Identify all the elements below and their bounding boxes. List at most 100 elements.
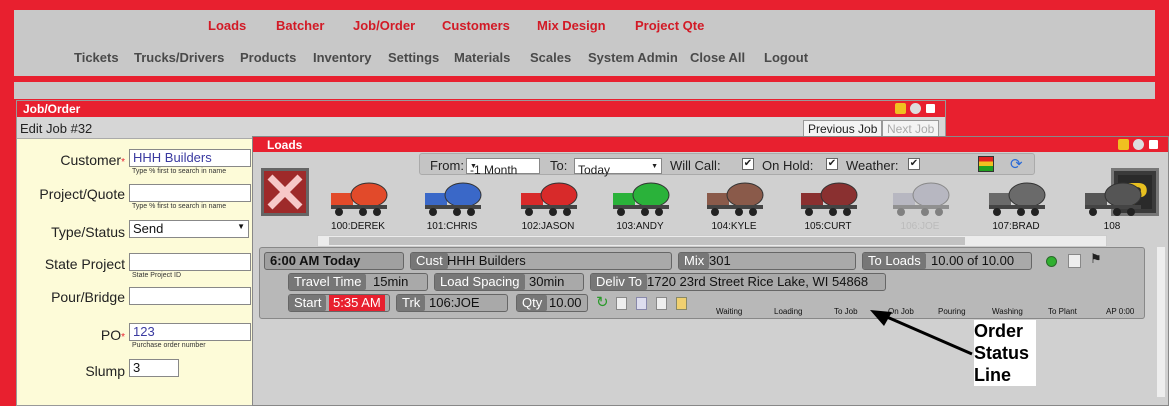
status-to-job[interactable]: To Job [834,307,858,316]
nav-customers[interactable]: Customers [442,18,510,33]
status-legend-icon[interactable] [978,156,994,172]
weather-label: Weather: [846,158,899,173]
nav-settings[interactable]: Settings [388,50,439,65]
from-select[interactable]: -1 Month ▼ [466,158,540,177]
truck-image-7[interactable] [987,179,1049,219]
status-green-icon[interactable] [1046,256,1057,267]
next-job-button[interactable]: Next Job [882,120,940,137]
truck-image-1[interactable] [423,179,485,219]
start-pill: Start 5:35 AM [288,294,390,312]
nav-logout[interactable]: Logout [764,50,808,65]
annotation-line-1: Order [974,321,1024,341]
refresh-icon[interactable]: ⟳ [1010,155,1023,173]
truck-pill: Trk 106:JOE [396,294,508,312]
on-hold-checkbox[interactable]: ✔ [826,158,838,170]
truck-icon [1085,182,1142,216]
load-spacing-pill: Load Spacing 30min [434,273,584,291]
nav-products[interactable]: Products [240,50,296,65]
state-project-input[interactable] [129,253,251,271]
truck-label-4[interactable]: 104:KYLE [695,221,773,232]
nav-system-admin[interactable]: System Admin [588,50,678,65]
edit-icon[interactable] [1068,254,1081,268]
document-icon[interactable] [636,297,647,310]
help-icon[interactable] [910,103,921,114]
truck-label-7[interactable]: 107:BRAD [977,221,1055,232]
window-strip [14,82,1155,99]
delete-x-button[interactable] [261,168,309,216]
close-icon[interactable] [1148,139,1159,150]
job-order-titlebar[interactable]: Job/Order [17,101,945,117]
truck-icon [613,182,670,216]
nav-job-order[interactable]: Job/Order [353,18,415,33]
truck-label-3[interactable]: 103:ANDY [601,221,679,232]
truck-image-6[interactable] [891,179,953,219]
truck-image-2[interactable] [519,179,581,219]
weather-checkbox[interactable]: ✔ [908,158,920,170]
previous-job-button[interactable]: Previous Job [803,120,883,137]
project-quote-input[interactable] [129,184,251,202]
truck-label-8[interactable]: 108 [1073,221,1151,232]
nav-mix-design[interactable]: Mix Design [537,18,606,33]
truck-image-4[interactable] [705,179,767,219]
type-status-select[interactable]: Send ▼ [129,220,249,238]
truck-label-5[interactable]: 105:CURT [789,221,867,232]
nav-materials[interactable]: Materials [454,50,510,65]
truck-image-3[interactable] [611,179,673,219]
type-status-label: Type/Status [51,224,125,240]
state-project-label: State Project [44,256,125,272]
nav-project-qte[interactable]: Project Qte [635,18,704,33]
pour-bridge-input[interactable] [129,287,251,305]
to-loads-pill: To Loads 10.00 of 10.00 [862,252,1032,270]
status-ap-time[interactable]: AP 0:00 [1106,307,1134,316]
loads-title: Loads [267,138,303,152]
reload-icon[interactable]: ↻ [596,293,609,311]
vertical-scrollbar[interactable] [1157,247,1165,397]
filter-bar: From: -1 Month ▼ To: Today ▼ Will Call: ✔… [419,153,1035,177]
status-washing[interactable]: Washing [992,307,1023,316]
will-call-checkbox[interactable]: ✔ [742,158,754,170]
nav-scales[interactable]: Scales [530,50,571,65]
nav-batcher[interactable]: Batcher [276,18,324,33]
help-icon[interactable] [1133,139,1144,150]
truck-label-6[interactable]: 106:JOE [881,221,959,232]
slump-input[interactable]: 3 [129,359,179,377]
po-input[interactable]: 123 [129,323,251,341]
edit-job-label: Edit Job #32 [20,121,93,136]
pin-icon[interactable] [1118,139,1129,150]
from-label: From: [430,158,464,173]
notes-icon[interactable] [676,297,687,310]
annotation-arrow [870,310,973,356]
nav-loads[interactable]: Loads [208,18,246,33]
truck-image-5[interactable] [799,179,861,219]
to-select[interactable]: Today ▼ [574,158,662,177]
scrollbar-thumb[interactable] [329,237,965,245]
status-loading[interactable]: Loading [774,307,802,316]
status-to-plant[interactable]: To Plant [1048,307,1077,316]
load-entry[interactable]: 6:00 AM Today Cust HHH Builders Mix 301 To… [259,247,1145,319]
on-hold-label: On Hold: [762,158,814,173]
customer-pill: Cust HHH Builders [410,252,672,270]
loads-titlebar[interactable]: Loads [253,137,1168,152]
nav-inventory[interactable]: Inventory [313,50,372,65]
pencil-icon[interactable] [656,297,667,310]
ticket-icon[interactable] [616,297,627,310]
truck-image-8[interactable] [1083,179,1145,219]
po-hint: Purchase order number [132,342,206,349]
truck-label-2[interactable]: 102:JASON [509,221,587,232]
dropdown-arrow-icon: ▼ [237,222,245,231]
checkered-flag-icon[interactable]: ⚑ [1090,251,1102,267]
truck-label-0[interactable]: 100:DEREK [319,221,397,232]
truck-icon [801,182,858,216]
status-waiting[interactable]: Waiting [716,307,742,316]
close-icon[interactable] [925,103,936,114]
truck-image-0[interactable] [329,179,391,219]
customer-input[interactable]: HHH Builders [129,149,251,167]
truck-label-1[interactable]: 101:CHRIS [413,221,491,232]
pin-icon[interactable] [895,103,906,114]
truck-icon [893,182,950,216]
nav-close-all[interactable]: Close All [690,50,745,65]
nav-tickets[interactable]: Tickets [74,50,119,65]
truck-icon [989,182,1046,216]
nav-trucks-drivers[interactable]: Trucks/Drivers [134,50,224,65]
truck-icon [521,182,578,216]
